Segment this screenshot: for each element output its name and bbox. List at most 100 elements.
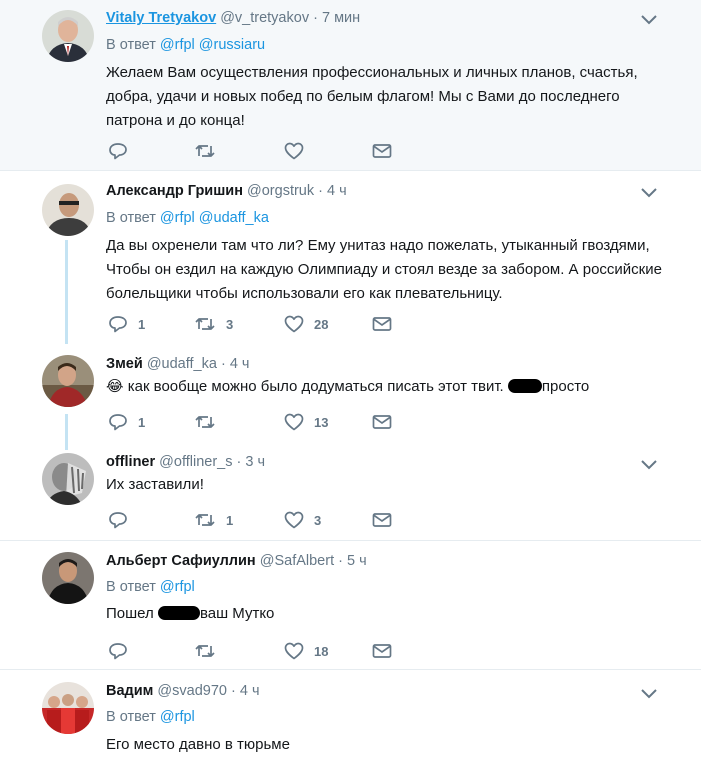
tweet-zmey[interactable]: Змей @udaff_ka · 4 ч 😂 как вообще можно … — [0, 345, 701, 445]
like-button[interactable]: 28 — [284, 314, 328, 334]
reply-icon — [109, 643, 127, 660]
retweet-button[interactable] — [194, 641, 226, 661]
like-button[interactable]: 13 — [284, 412, 328, 432]
user-handle[interactable]: @offliner_s — [159, 454, 232, 470]
tweet-text: Пошел ваш Мутко — [106, 602, 666, 626]
tweet-text: 😂 как вообще можно было додуматься писат… — [106, 375, 666, 399]
like-icon — [284, 315, 304, 333]
user-name[interactable]: Змей — [106, 356, 143, 372]
reply-button[interactable] — [108, 641, 138, 661]
retweet-button[interactable] — [194, 141, 226, 161]
timestamp[interactable]: 5 ч — [347, 553, 367, 569]
user-handle[interactable]: @udaff_ka — [147, 356, 217, 372]
tweet-header: Vitaly Tretyakov @v_tretyakov · 7 мин — [106, 8, 360, 28]
tweet-actions: 1 3 — [106, 510, 406, 530]
retweet-icon — [195, 416, 215, 428]
tweet-text-part: просто — [541, 378, 590, 395]
timestamp[interactable]: 4 ч — [240, 683, 260, 699]
retweet-button[interactable] — [194, 412, 226, 432]
reply-context: В ответ @rfpl — [106, 707, 195, 727]
user-name[interactable]: Альберт Сафиуллин — [106, 553, 256, 569]
avatar[interactable] — [42, 453, 94, 505]
reply-button[interactable]: 1 — [108, 314, 145, 334]
dm-button[interactable] — [372, 141, 392, 161]
avatar[interactable] — [42, 552, 94, 604]
like-icon — [284, 142, 304, 160]
mention-link[interactable]: @udaff_ka — [199, 210, 269, 226]
like-button[interactable]: 3 — [284, 510, 321, 530]
reply-button[interactable] — [108, 141, 138, 161]
avatar[interactable] — [42, 184, 94, 236]
timestamp[interactable]: 7 мин — [322, 10, 360, 26]
separator-dot: · — [231, 683, 236, 699]
like-count: 18 — [314, 643, 329, 659]
retweet-icon — [195, 318, 215, 330]
tweet-text: Его место давно в тюрьме — [106, 736, 290, 753]
avatar[interactable] — [42, 682, 94, 734]
dm-icon — [372, 513, 392, 527]
reply-prefix: В ответ — [106, 579, 156, 595]
dm-button[interactable] — [372, 314, 392, 334]
dm-icon — [372, 415, 392, 429]
chevron-down-icon[interactable] — [640, 687, 658, 699]
timestamp[interactable]: 3 ч — [245, 454, 265, 470]
timestamp[interactable]: 4 ч — [230, 356, 250, 372]
mention-link[interactable]: @rfpl — [160, 210, 195, 226]
retweet-icon — [195, 645, 215, 657]
dm-icon — [372, 317, 392, 331]
reply-count: 1 — [138, 414, 146, 430]
dm-icon — [372, 144, 392, 158]
like-button[interactable]: 18 — [284, 641, 328, 661]
dm-icon — [372, 644, 392, 658]
reply-icon — [109, 414, 127, 431]
tweet-grishin[interactable]: Александр Гришин @orgstruk · 4 ч В ответ… — [0, 171, 701, 341]
chevron-down-icon[interactable] — [640, 13, 658, 25]
dm-button[interactable] — [372, 510, 392, 530]
user-handle[interactable]: @orgstruk — [247, 183, 314, 199]
retweet-button[interactable]: 1 — [194, 510, 233, 530]
tweet-actions: 1 13 — [106, 412, 406, 432]
user-name[interactable]: Александр Гришин — [106, 183, 243, 199]
retweet-button[interactable]: 3 — [194, 314, 233, 334]
user-handle[interactable]: @SafAlbert — [260, 553, 334, 569]
tweet-actions: 1 3 28 — [106, 314, 406, 334]
tweet-offliner[interactable]: offliner @offliner_s · 3 ч Их заставили!… — [0, 445, 701, 540]
chevron-down-icon[interactable] — [640, 458, 658, 470]
separator-dot: · — [236, 454, 242, 470]
reply-context: В ответ @rfpl — [106, 577, 195, 597]
like-count: 13 — [314, 414, 329, 430]
separator-dot: · — [313, 10, 318, 26]
tweet-vitaly[interactable]: Vitaly Tretyakov @v_tretyakov · 7 мин В … — [0, 0, 701, 170]
dm-button[interactable] — [372, 641, 392, 661]
tweet-text-part: Пошел — [106, 605, 154, 622]
user-handle[interactable]: @v_tretyakov — [220, 10, 309, 26]
laughing-emoji: 😂 — [106, 378, 124, 395]
dm-button[interactable] — [372, 412, 392, 432]
user-name[interactable]: Vitaly Tretyakov — [106, 10, 216, 26]
like-button[interactable] — [284, 141, 314, 161]
reply-context: В ответ @rfpl @russiaru — [106, 35, 265, 55]
user-name[interactable]: offliner — [106, 454, 155, 470]
tweet-header: Александр Гришин @orgstruk · 4 ч — [106, 181, 347, 201]
retweet-icon — [195, 145, 215, 157]
user-handle[interactable]: @svad970 — [157, 683, 227, 699]
reply-button[interactable] — [108, 510, 138, 530]
reply-button[interactable]: 1 — [108, 412, 145, 432]
like-icon — [284, 642, 304, 660]
mention-link[interactable]: @russiaru — [199, 37, 265, 53]
tweet-albert[interactable]: Альберт Сафиуллин @SafAlbert · 5 ч В отв… — [0, 541, 701, 669]
like-icon — [284, 511, 304, 529]
chevron-down-icon[interactable] — [640, 186, 658, 198]
reply-count: 1 — [138, 316, 146, 332]
reply-prefix: В ответ — [106, 709, 156, 725]
avatar[interactable] — [42, 10, 94, 62]
mention-link[interactable]: @rfpl — [160, 37, 195, 53]
mention-link[interactable]: @rfpl — [160, 709, 195, 725]
like-icon — [284, 413, 304, 431]
user-name[interactable]: Вадим — [106, 683, 153, 699]
tweet-vadim[interactable]: Вадим @svad970 · 4 ч В ответ @rfpl Его м… — [0, 670, 701, 769]
timestamp[interactable]: 4 ч — [327, 183, 347, 199]
reply-icon — [109, 316, 127, 333]
mention-link[interactable]: @rfpl — [160, 579, 195, 595]
avatar[interactable] — [42, 355, 94, 407]
